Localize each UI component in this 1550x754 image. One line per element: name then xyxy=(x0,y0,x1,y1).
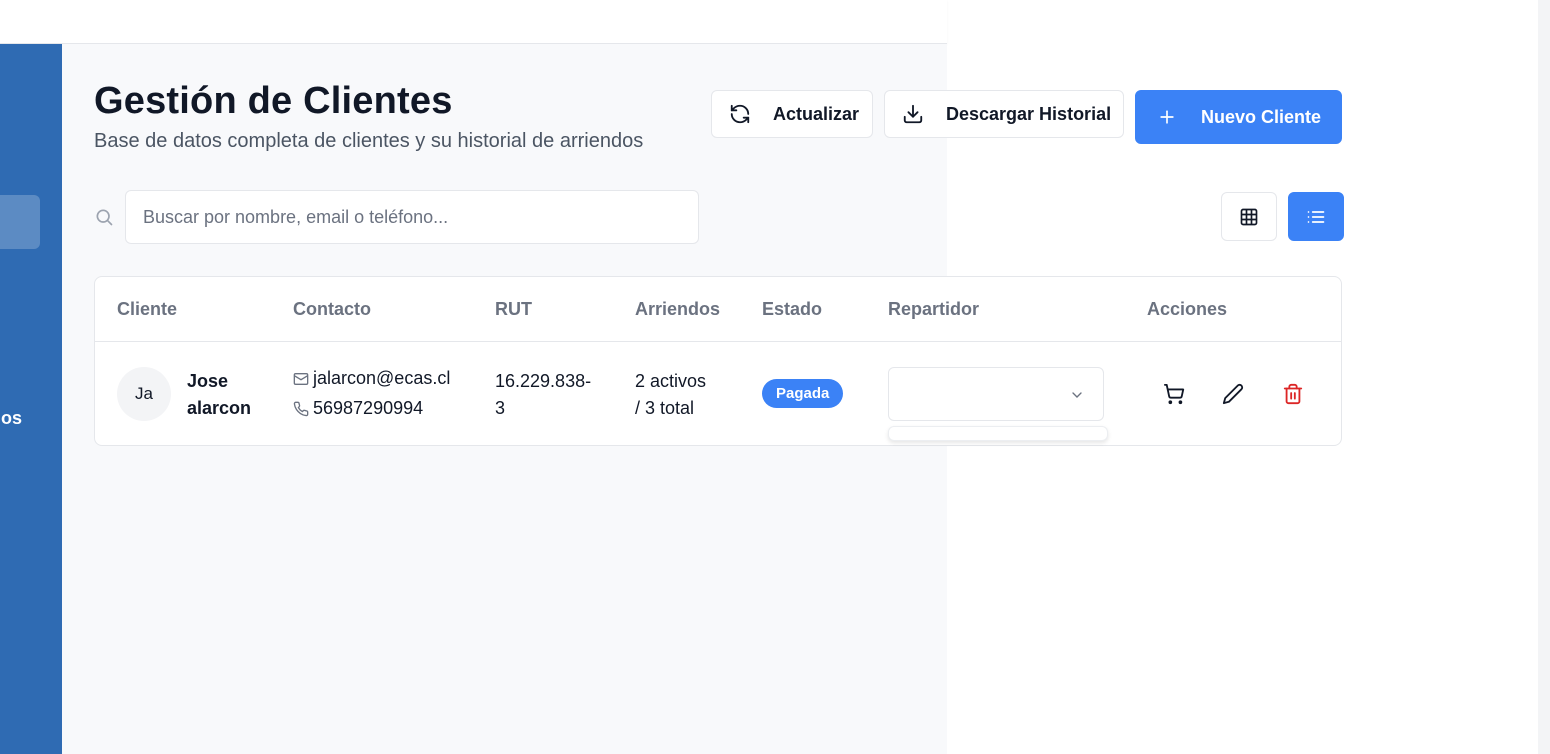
column-header-cliente: Cliente xyxy=(117,299,178,319)
page-title: Gestión de Clientes xyxy=(94,80,453,122)
sidebar: ios xyxy=(0,44,62,754)
download-history-label: Descargar Historial xyxy=(946,103,1112,124)
top-bar xyxy=(0,0,947,44)
search-icon xyxy=(96,209,113,226)
delete-action-button[interactable] xyxy=(1280,381,1306,407)
scrollbar-track[interactable] xyxy=(1538,0,1550,754)
rut-line-2: 3 xyxy=(495,398,506,418)
repartidor-select[interactable] xyxy=(888,367,1104,421)
list-view-button[interactable] xyxy=(1288,192,1344,241)
rut-line-1: 16.229.838- xyxy=(495,371,592,391)
column-header-acciones: Acciones xyxy=(1147,299,1228,319)
client-name-last: alarcon xyxy=(187,398,252,418)
clients-table: Cliente Contacto RUT Arriendos Estado Re… xyxy=(94,276,1342,446)
refresh-button-label: Actualizar xyxy=(773,103,860,124)
rentals-total: / 3 total xyxy=(635,398,695,418)
phone-icon xyxy=(293,401,309,416)
refresh-button[interactable]: Actualizar xyxy=(711,90,873,138)
column-header-contacto: Contacto xyxy=(293,299,371,319)
header-divider xyxy=(95,341,1341,342)
rentals-active: 2 activos xyxy=(635,371,707,391)
search-input[interactable] xyxy=(125,190,699,244)
status-badge: Pagada xyxy=(762,379,844,408)
refresh-icon xyxy=(730,104,750,124)
sidebar-active-item[interactable] xyxy=(0,195,40,249)
download-icon xyxy=(903,104,923,124)
trash-icon xyxy=(1283,383,1303,405)
client-name: Jose alarcon xyxy=(187,368,251,422)
avatar: Ja xyxy=(117,367,171,421)
repartidor-dropdown-panel xyxy=(888,426,1108,441)
rut-value: 16.229.838- 3 xyxy=(495,368,591,422)
plus-icon xyxy=(1160,110,1174,124)
edit-action-button[interactable] xyxy=(1220,381,1246,407)
contact-email: jalarcon@ecas.cl xyxy=(293,365,450,392)
avatar-initials: Ja xyxy=(135,384,153,403)
rentals-value: 2 activos / 3 total xyxy=(635,368,706,422)
chevron-down-icon xyxy=(1072,392,1082,398)
pencil-icon xyxy=(1222,383,1244,405)
cart-action-button[interactable] xyxy=(1161,381,1187,407)
new-client-label: Nuevo Cliente xyxy=(1201,106,1322,127)
sidebar-item-label[interactable]: ios xyxy=(0,408,22,429)
download-history-button[interactable]: Descargar Historial xyxy=(884,90,1124,138)
new-client-button[interactable]: Nuevo Cliente xyxy=(1135,90,1342,144)
phone-text: 56987290994 xyxy=(313,398,424,418)
list-icon xyxy=(1307,210,1325,223)
mail-icon xyxy=(293,372,309,385)
grid-view-button[interactable] xyxy=(1221,192,1277,241)
email-text: jalarcon@ecas.cl xyxy=(313,368,451,388)
page-subtitle: Base de datos completa de clientes y su … xyxy=(94,130,644,152)
column-header-rut: RUT xyxy=(495,299,532,319)
column-header-repartidor: Repartidor xyxy=(888,299,980,319)
grid-icon xyxy=(1240,208,1258,225)
contact-phone: 56987290994 xyxy=(293,395,423,422)
column-header-estado: Estado xyxy=(762,299,823,319)
shopping-cart-icon xyxy=(1163,383,1185,405)
client-name-first: Jose xyxy=(187,371,229,391)
column-header-arriendos: Arriendos xyxy=(635,299,721,319)
